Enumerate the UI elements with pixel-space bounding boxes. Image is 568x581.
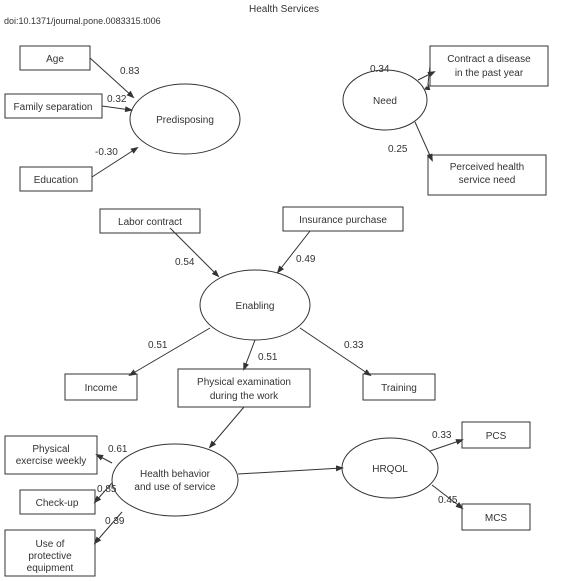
coeff-enabling-income: 0.51 bbox=[148, 340, 168, 351]
coeff-insurance-enabling: 0.49 bbox=[296, 254, 316, 265]
contract-disease-label: Contract a disease bbox=[447, 54, 531, 65]
contract-disease-label2: in the past year bbox=[455, 68, 524, 79]
hrqol-pcs-line bbox=[430, 440, 462, 451]
age-predisposing-arrow bbox=[90, 58, 133, 97]
insurance-enabling-line bbox=[278, 231, 310, 272]
coeff-enabling-physexam: 0.51 bbox=[258, 352, 278, 363]
predisposing-label: Predisposing bbox=[156, 115, 214, 126]
enabling-income-line bbox=[130, 328, 210, 375]
health-behavior-ellipse bbox=[112, 444, 238, 516]
coeff-labor-enabling: 0.54 bbox=[175, 257, 195, 268]
coeff-famsep-pred: 0.32 bbox=[107, 94, 127, 105]
physical-exercise-box bbox=[5, 436, 97, 474]
famsep-predisposing-arrow bbox=[102, 106, 131, 110]
labor-contract-label: Labor contract bbox=[118, 217, 182, 228]
physical-exercise-label1: Physical bbox=[32, 444, 69, 455]
physical-exam-label2: during the work bbox=[210, 391, 279, 402]
hb-hrqol-line bbox=[238, 468, 342, 474]
enabling-training-line bbox=[300, 328, 370, 375]
training-label: Training bbox=[381, 383, 417, 394]
coeff-age-pred: 0.83 bbox=[120, 66, 140, 77]
need-label: Need bbox=[373, 96, 397, 107]
labor-enabling-line bbox=[170, 228, 218, 276]
need-perceived-line bbox=[415, 122, 432, 160]
income-label: Income bbox=[85, 383, 118, 394]
hb-physex-line bbox=[97, 455, 112, 463]
enabling-label: Enabling bbox=[236, 301, 275, 312]
coeff-hb-protective: 0.39 bbox=[105, 516, 125, 527]
coeff-hb-physex: 0.61 bbox=[108, 444, 128, 455]
insurance-purchase-label: Insurance purchase bbox=[299, 215, 387, 226]
use-protective-label2: protective bbox=[28, 551, 72, 562]
use-protective-label1: Use of bbox=[36, 539, 65, 550]
perceived-health-label2: service need bbox=[459, 175, 516, 186]
coeff-hrqol-pcs: 0.33 bbox=[432, 430, 452, 441]
perceived-health-label1: Perceived health bbox=[450, 162, 525, 173]
family-separation-label: Family separation bbox=[14, 102, 93, 113]
coeff-enabling-training: 0.33 bbox=[344, 340, 364, 351]
coeff-contract: 0.34 bbox=[370, 64, 390, 75]
physical-exam-label1: Physical examination bbox=[197, 377, 291, 388]
age-label: Age bbox=[46, 54, 64, 65]
title: Health Services bbox=[249, 4, 319, 15]
coeff-edu-pred: -0.30 bbox=[95, 147, 118, 158]
coeff-hb-checkup: 0.85 bbox=[97, 484, 117, 495]
use-protective-label3: equipment bbox=[27, 563, 74, 574]
mcs-label: MCS bbox=[485, 513, 508, 524]
physexam-hb-line bbox=[210, 407, 244, 447]
physical-exercise-label2: exercise weekly bbox=[16, 456, 87, 467]
hrqol-label: HRQOL bbox=[372, 464, 408, 475]
doi: doi:10.1371/journal.pone.0083315.t006 bbox=[4, 16, 161, 26]
coeff-hrqol-mcs: 0.45 bbox=[438, 495, 458, 506]
contract-disease-box bbox=[430, 46, 548, 86]
checkup-label: Check-up bbox=[36, 498, 79, 509]
coeff-perceived: 0.25 bbox=[388, 144, 408, 155]
health-behavior-label2: and use of service bbox=[134, 482, 216, 493]
education-label: Education bbox=[34, 175, 78, 186]
health-behavior-label1: Health behavior bbox=[140, 469, 211, 480]
pcs-label: PCS bbox=[486, 431, 507, 442]
enabling-physexam-line bbox=[244, 340, 255, 369]
